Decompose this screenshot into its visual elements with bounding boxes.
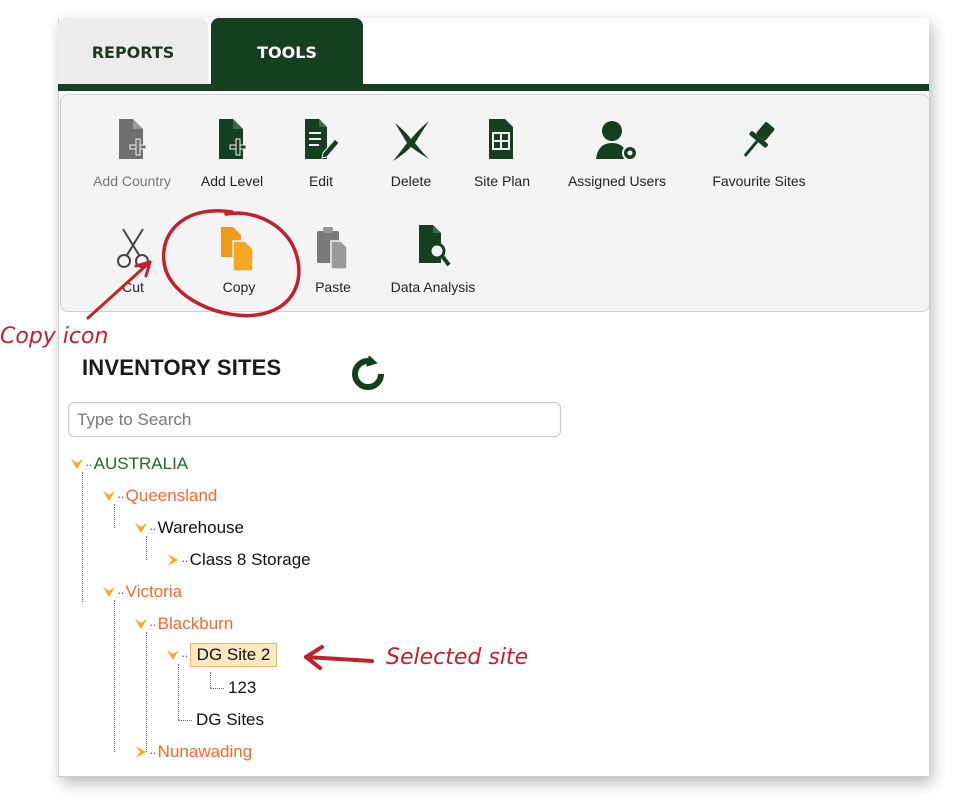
- annotation-overlay: [86, 209, 374, 670]
- copy-icon-annotation: Copy icon: [0, 324, 109, 349]
- selected-site-annotation: Selected site: [386, 645, 529, 670]
